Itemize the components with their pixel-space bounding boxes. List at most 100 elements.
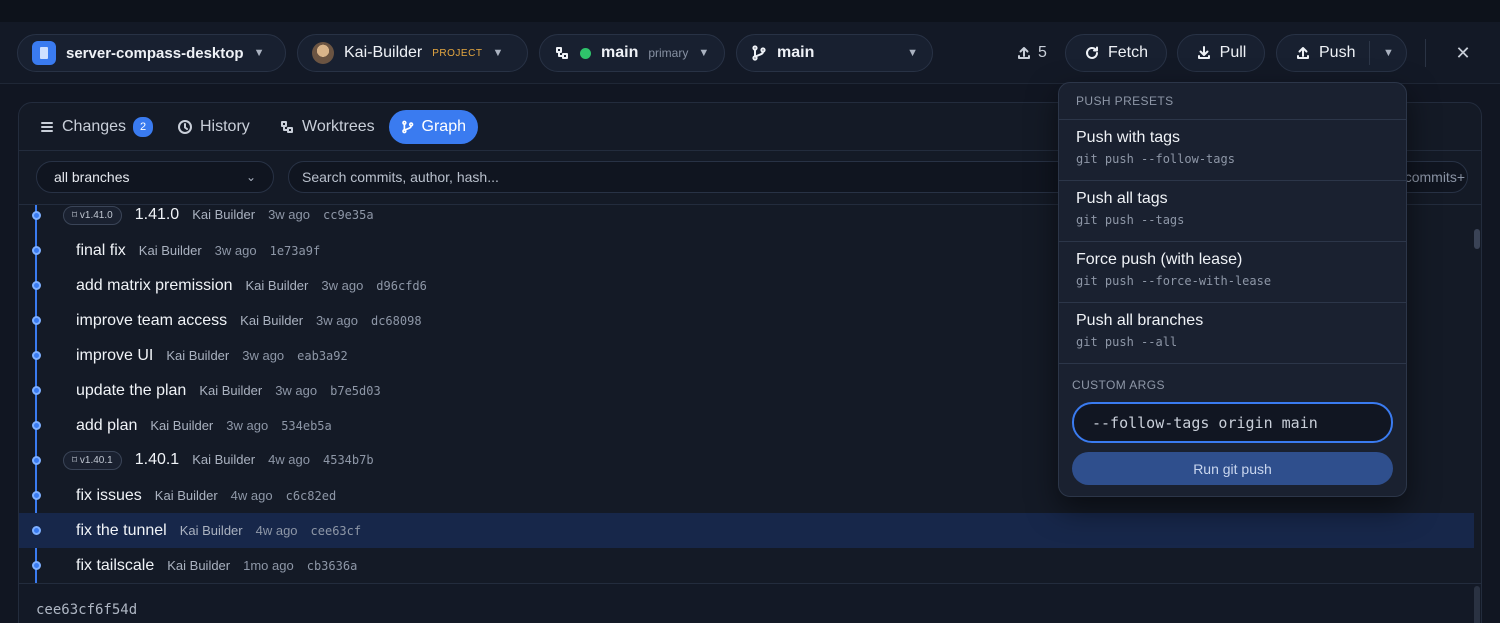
commit-hash: cee63cf <box>310 523 362 538</box>
search-input[interactable] <box>302 169 1002 185</box>
table-row[interactable]: fix the tunnel Kai Builder 4w ago cee63cf <box>19 513 1474 548</box>
commit-message: fix the tunnel <box>76 521 167 539</box>
commit-node <box>32 316 41 325</box>
table-row[interactable]: fix tailscale Kai Builder 1mo ago cb3636a <box>19 548 1474 583</box>
repo-name: server-compass-desktop <box>66 44 244 62</box>
repo-selector[interactable]: server-compass-desktop ▼ <box>17 34 286 72</box>
commit-node <box>32 281 41 290</box>
push-preset-item[interactable]: Force push (with lease) git push --force-… <box>1059 242 1406 303</box>
commit-content: fix tailscale Kai Builder 1mo ago cb3636a <box>76 557 357 575</box>
commit-content: ⌑ v1.41.0 1.41.0 Kai Builder 3w ago cc9e35a <box>63 206 374 225</box>
commit-message: fix tailscale <box>76 556 155 574</box>
preset-title: Push with tags <box>1076 129 1181 146</box>
tab-label: Graph <box>421 118 466 135</box>
worktree-selector[interactable]: main primary ▼ <box>539 34 725 72</box>
commit-content: add plan Kai Builder 3w ago 534eb5a <box>76 417 332 435</box>
commit-time: 3w ago <box>226 417 269 433</box>
tab-worktrees[interactable]: Worktrees <box>267 110 387 144</box>
branch-filter-value: all branches <box>54 169 130 185</box>
custom-args-input[interactable] <box>1092 413 1373 432</box>
push-count[interactable]: 5 <box>1016 34 1047 72</box>
chevron-down-icon: ▼ <box>907 47 918 59</box>
tab-history[interactable]: History <box>165 110 262 144</box>
run-git-push-button[interactable]: Run git push <box>1072 452 1393 485</box>
commit-content: improve team access Kai Builder 3w ago dc68… <box>76 312 422 330</box>
commit-time: 3w ago <box>316 312 358 328</box>
commit-hash: cb3636a <box>306 558 358 573</box>
push-split-divider <box>1369 41 1370 65</box>
commit-author: Kai Builder <box>150 417 214 433</box>
commit-message: add matrix premission <box>76 276 233 294</box>
worktree-icon <box>556 47 568 59</box>
commit-node <box>32 526 41 535</box>
push-preset-item[interactable]: Push all branches git push --all <box>1059 303 1406 364</box>
user-name: Kai-Builder <box>344 44 423 61</box>
commit-node <box>32 351 41 360</box>
commit-node <box>32 386 41 395</box>
branch-filter-select[interactable]: all branches ⌄ <box>36 161 274 193</box>
fetch-button[interactable]: Fetch <box>1065 34 1167 72</box>
push-button[interactable]: Push ▼ <box>1276 34 1407 72</box>
commit-time: 3w ago <box>321 277 364 293</box>
commit-content: fix the tunnel Kai Builder 4w ago cee63cf <box>76 522 361 540</box>
commits-more-link[interactable]: commits+ <box>1405 161 1465 193</box>
changes-count-badge: 2 <box>133 117 154 137</box>
tag-badge: ⌑ v1.41.0 <box>63 206 122 225</box>
preset-command: git push --follow-tags <box>1076 152 1235 166</box>
push-preset-item[interactable]: Push all tags git push --tags <box>1059 181 1406 242</box>
custom-args-label: CUSTOM ARGS <box>1072 378 1165 392</box>
commit-time: 4w ago <box>255 522 298 538</box>
commit-content: improve UI Kai Builder 3w ago eab3a92 <box>76 347 348 365</box>
clock-icon <box>178 120 192 134</box>
commit-time: 1mo ago <box>243 557 294 573</box>
preset-command: git push --tags <box>1076 213 1185 227</box>
commit-message: fix issues <box>76 486 142 504</box>
detail-scrollbar[interactable] <box>1474 586 1480 623</box>
custom-args-field[interactable] <box>1072 402 1393 443</box>
close-icon[interactable]: ✕ <box>1450 40 1476 66</box>
chevron-down-icon: ▼ <box>253 47 265 59</box>
list-scrollbar[interactable] <box>1474 229 1480 249</box>
app-icon <box>32 41 56 65</box>
commit-node <box>32 491 41 500</box>
commit-message: improve UI <box>76 346 154 364</box>
toolbar-divider <box>1425 39 1426 67</box>
push-preset-item[interactable]: Push with tags git push --follow-tags <box>1059 120 1406 181</box>
push-label: Push <box>1319 44 1356 61</box>
push-options-chevron-icon[interactable]: ▼ <box>1383 47 1394 59</box>
upload-icon <box>1297 47 1309 59</box>
commit-detail: cee63cf6f54d <box>19 583 1481 623</box>
commit-author: Kai Builder <box>166 347 230 363</box>
commit-node <box>32 211 41 220</box>
fetch-label: Fetch <box>1107 44 1148 61</box>
commit-hash: d96cfd6 <box>376 278 427 293</box>
commit-hash: b7e5d03 <box>330 383 381 398</box>
commit-author: Kai Builder <box>192 207 256 222</box>
upload-icon <box>1018 47 1030 59</box>
worktree-icon <box>281 121 293 133</box>
branch-name: main <box>777 44 815 61</box>
title-strip <box>0 0 1500 22</box>
commit-content: add matrix premission Kai Builder 3w ago d9… <box>76 277 427 295</box>
pull-button[interactable]: Pull <box>1177 34 1265 72</box>
list-icon <box>41 122 53 132</box>
commit-node <box>32 456 41 465</box>
tab-label: Worktrees <box>302 118 375 135</box>
user-selector[interactable]: Kai-Builder PROJECT ▼ <box>297 34 528 72</box>
git-branch-icon <box>752 45 766 61</box>
commit-content: final fix Kai Builder 3w ago 1e73a9f <box>76 242 320 260</box>
project-badge: PROJECT <box>432 47 483 59</box>
refresh-icon <box>1086 46 1098 59</box>
commit-hash: 1e73a9f <box>269 243 321 258</box>
tab-label: History <box>200 118 250 135</box>
commit-time: 4w ago <box>230 487 273 503</box>
commit-content: update the plan Kai Builder 3w ago b7e5d03 <box>76 382 381 400</box>
commit-author: Kai Builder <box>138 242 202 258</box>
chevron-down-icon: ⌄ <box>245 170 256 184</box>
primary-tag: primary <box>648 46 689 60</box>
tab-graph[interactable]: Graph <box>389 110 478 144</box>
commit-hash: cc9e35a <box>323 208 374 222</box>
branch-selector[interactable]: main ▼ <box>736 34 933 72</box>
tab-changes[interactable]: Changes 2 <box>27 110 165 144</box>
commit-time: 3w ago <box>214 242 257 258</box>
